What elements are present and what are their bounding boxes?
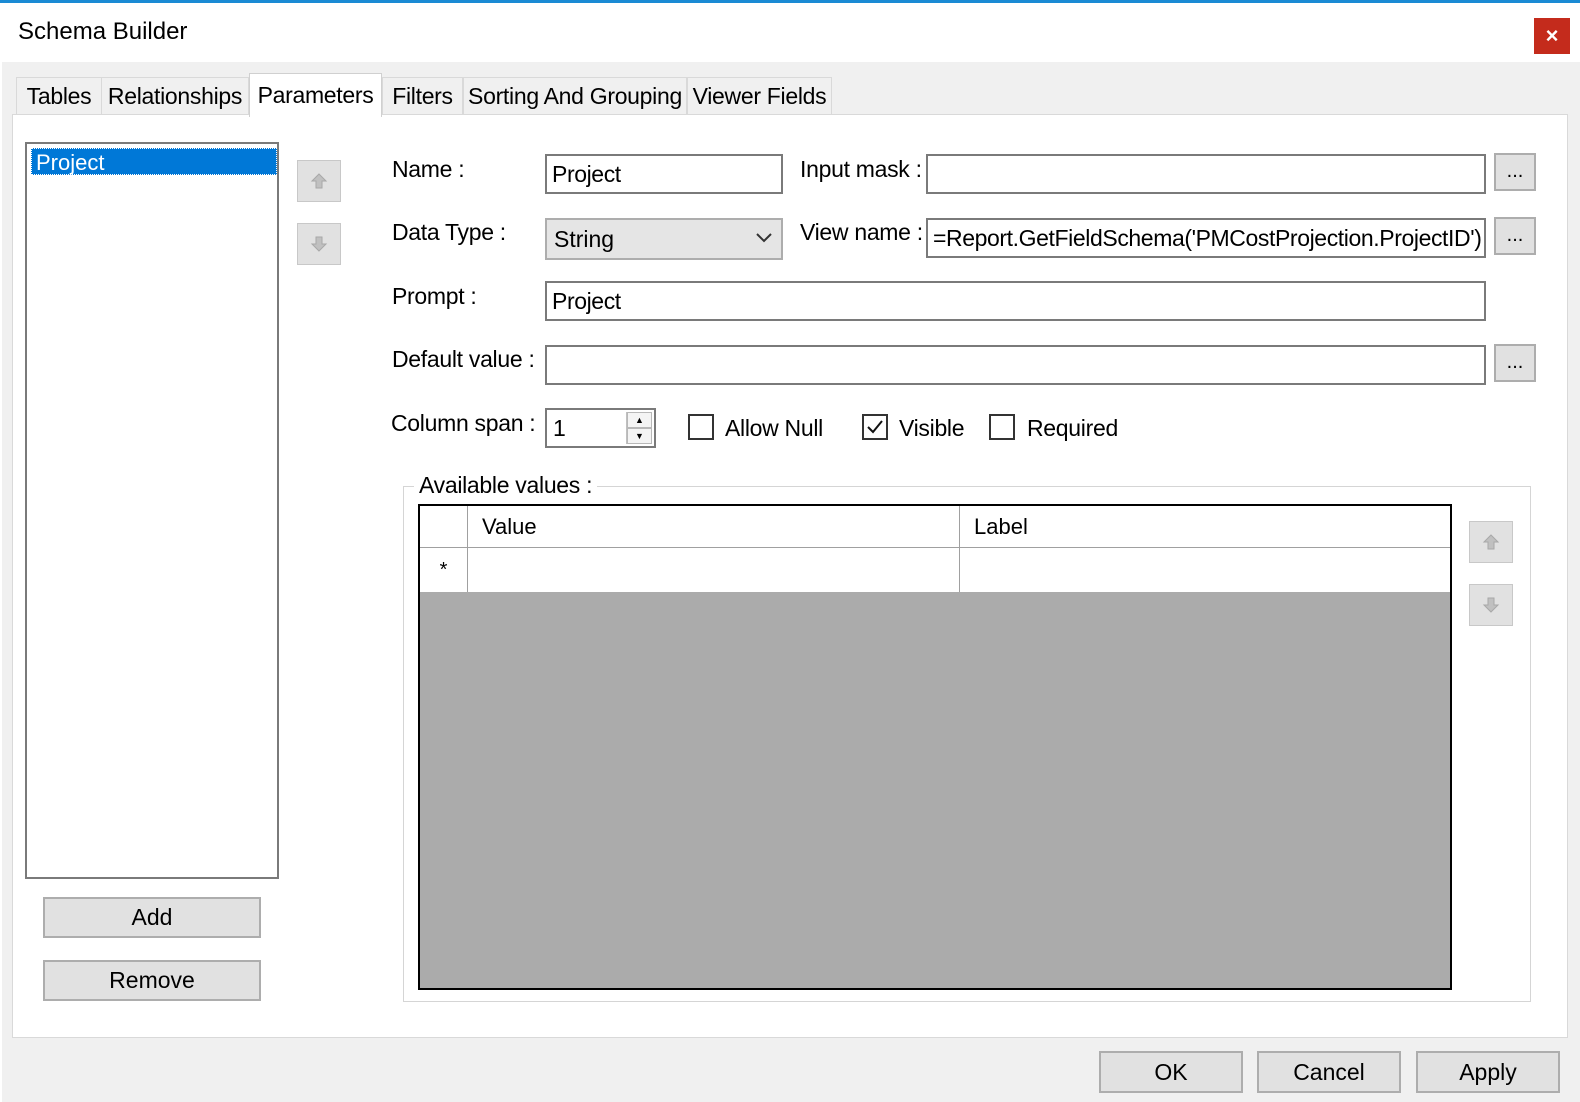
view-name-browse-button[interactable]: ... xyxy=(1494,217,1536,255)
parameter-listbox[interactable]: Project xyxy=(25,142,279,879)
name-label: Name : xyxy=(392,156,465,182)
spin-down-icon[interactable]: ▼ xyxy=(627,428,652,444)
table-row[interactable]: * xyxy=(420,548,1450,592)
add-button[interactable]: Add xyxy=(43,897,261,938)
spin-buttons: ▲ ▼ xyxy=(626,412,652,444)
arrow-down-icon xyxy=(1482,597,1500,613)
checkmark-icon xyxy=(867,420,883,434)
tab-relationships[interactable]: Relationships xyxy=(101,77,249,115)
chevron-down-icon xyxy=(756,233,772,243)
arrow-up-icon xyxy=(310,173,328,189)
remove-button[interactable]: Remove xyxy=(43,960,261,1001)
input-mask-browse-button[interactable]: ... xyxy=(1494,153,1536,191)
close-icon: × xyxy=(1545,23,1559,48)
tab-label: Parameters xyxy=(257,82,374,108)
grid-row-header-corner xyxy=(420,506,468,547)
window-top-accent xyxy=(0,0,1580,3)
tab-sorting-and-grouping[interactable]: Sorting And Grouping xyxy=(463,77,687,115)
tab-parameters[interactable]: Parameters xyxy=(249,73,382,117)
new-row-label-cell[interactable] xyxy=(960,548,1450,592)
tab-label: Sorting And Grouping xyxy=(468,83,682,109)
value-move-down-button[interactable] xyxy=(1469,584,1513,626)
view-name-label: View name : xyxy=(800,219,923,245)
tab-tables[interactable]: Tables xyxy=(16,77,102,115)
default-value-input[interactable] xyxy=(545,345,1486,385)
close-button[interactable]: × xyxy=(1534,18,1570,54)
value-move-up-button[interactable] xyxy=(1469,521,1513,563)
tab-label: Relationships xyxy=(107,83,243,109)
list-item[interactable]: Project xyxy=(31,148,277,175)
tab-label: Filters xyxy=(392,83,453,109)
view-name-input[interactable]: =Report.GetFieldSchema('PMCostProjection… xyxy=(926,218,1486,258)
column-span-value: 1 xyxy=(553,414,566,441)
arrow-up-icon xyxy=(1482,534,1500,550)
column-header-label[interactable]: Label xyxy=(960,506,1450,547)
input-mask-label: Input mask : xyxy=(800,156,922,182)
column-header-value[interactable]: Value xyxy=(468,506,960,547)
data-type-select[interactable]: String xyxy=(545,218,783,260)
data-type-value: String xyxy=(554,225,615,252)
available-values-grid[interactable]: Value Label * xyxy=(418,504,1452,990)
apply-button[interactable]: Apply xyxy=(1416,1051,1560,1093)
visible-label: Visible xyxy=(899,415,965,441)
tab-label: Tables xyxy=(26,83,92,109)
required-label: Required xyxy=(1027,415,1118,441)
column-span-stepper[interactable]: 1 ▲ ▼ xyxy=(545,408,656,448)
allow-null-label: Allow Null xyxy=(725,415,823,441)
tab-viewer-fields[interactable]: Viewer Fields xyxy=(687,77,832,115)
cancel-button[interactable]: Cancel xyxy=(1257,1051,1401,1093)
window-title: Schema Builder xyxy=(18,18,188,45)
data-type-label: Data Type : xyxy=(392,219,506,245)
grid-header: Value Label xyxy=(420,506,1450,548)
name-input[interactable]: Project xyxy=(545,154,783,194)
tab-label: Viewer Fields xyxy=(692,83,827,109)
move-up-button[interactable] xyxy=(297,160,341,202)
allow-null-checkbox[interactable] xyxy=(688,414,714,440)
default-value-browse-button[interactable]: ... xyxy=(1494,344,1536,382)
required-checkbox[interactable] xyxy=(989,414,1015,440)
arrow-down-icon xyxy=(310,236,328,252)
prompt-input[interactable]: Project xyxy=(545,281,1486,321)
new-row-value-cell[interactable] xyxy=(468,548,960,592)
column-span-label: Column span : xyxy=(391,410,536,436)
move-down-button[interactable] xyxy=(297,223,341,265)
new-row-marker: * xyxy=(420,548,468,592)
tab-filters[interactable]: Filters xyxy=(382,77,463,115)
ok-button[interactable]: OK xyxy=(1099,1051,1243,1093)
prompt-label: Prompt : xyxy=(392,283,477,309)
input-mask-input[interactable] xyxy=(926,154,1486,194)
visible-checkbox[interactable] xyxy=(862,414,888,440)
available-values-title: Available values : xyxy=(414,472,598,499)
default-value-label: Default value : xyxy=(392,346,535,372)
spin-up-icon[interactable]: ▲ xyxy=(627,412,652,428)
